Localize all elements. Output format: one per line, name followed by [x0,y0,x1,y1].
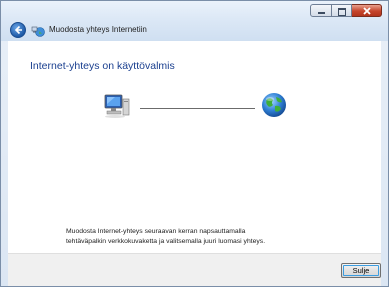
close-window-button[interactable] [352,4,382,17]
footer-bar [8,253,381,286]
instruction-text: Muodosta Internet-yhteys seuraavan kerra… [66,227,366,246]
instruction-line-1: Muodosta Internet-yhteys seuraavan kerra… [66,228,246,235]
back-arrow-icon[interactable] [10,22,26,38]
close-button[interactable]: Sulje [341,263,381,278]
page-heading: Internet-yhteys on käyttövalmis [30,60,175,72]
computer-icon [101,93,133,119]
maximize-button[interactable] [332,4,352,17]
wizard-window: Muodosta yhteys Internetiin Internet-yht… [0,0,389,287]
connection-line [140,108,255,109]
title-bar: Muodosta yhteys Internetiin [1,1,388,41]
caption-buttons [310,4,382,18]
window-title: Muodosta yhteys Internetiin [49,25,147,34]
content-area [8,41,381,253]
globe-icon [260,91,288,119]
instruction-line-2: tehtäväpalkin verkkokuvaketta ja valitse… [66,237,266,245]
minimize-button[interactable] [310,4,332,17]
network-globe-icon [31,24,45,37]
